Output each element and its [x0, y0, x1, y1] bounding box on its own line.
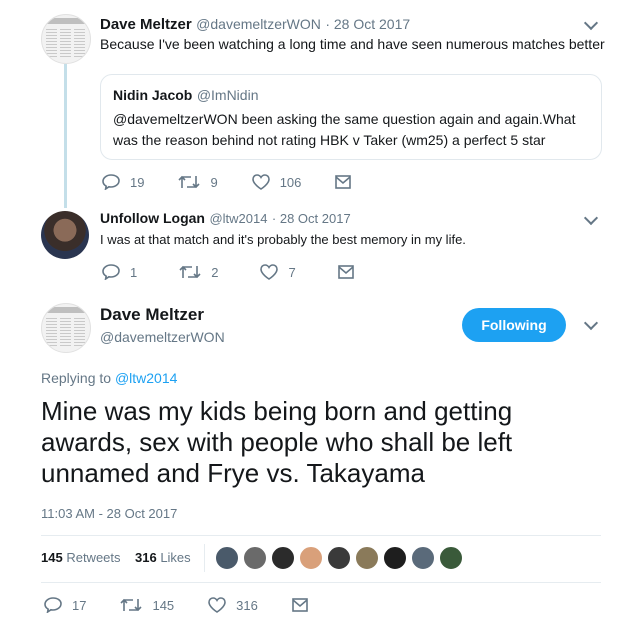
- retweet-icon: [179, 265, 201, 279]
- quoted-tweet[interactable]: Nidin Jacob @ImNidin @davemeltzerWON bee…: [100, 74, 602, 160]
- tweet-actions: 17 145 316: [44, 597, 352, 613]
- quote-text: @davemeltzerWON been asking the same que…: [113, 111, 576, 148]
- retweet-total: 145: [41, 550, 63, 565]
- liker-avatar[interactable]: [411, 546, 435, 570]
- dm-button[interactable]: [292, 598, 318, 612]
- chevron-down-icon[interactable]: [583, 210, 599, 226]
- author-handle[interactable]: @davemeltzerWON: [196, 16, 321, 32]
- heart-icon: [208, 597, 226, 613]
- tweet-date[interactable]: · 28 Oct 2017: [325, 16, 410, 32]
- author-name[interactable]: Unfollow Logan: [100, 210, 205, 226]
- likes-stat[interactable]: 316 Likes: [135, 550, 191, 565]
- heart-icon: [251, 174, 270, 190]
- reply-button[interactable]: 17: [44, 597, 86, 613]
- liker-avatar[interactable]: [243, 546, 267, 570]
- tweet-text: I was at that match and it's probably th…: [100, 232, 466, 247]
- like-count: 7: [288, 264, 296, 280]
- heart-icon: [260, 264, 279, 280]
- replying-to: Replying to @ltw2014: [41, 370, 177, 386]
- author-handle[interactable]: @ltw2014: [209, 211, 267, 226]
- dm-button[interactable]: [337, 265, 364, 279]
- tweet-header: Unfollow Logan @ltw2014 · 28 Oct 2017: [100, 210, 351, 228]
- retweet-button[interactable]: 9: [178, 174, 218, 190]
- like-total: 316: [134, 550, 157, 565]
- quote-author-name: Nidin Jacob: [113, 87, 193, 103]
- author-name[interactable]: Dave Meltzer: [100, 305, 204, 325]
- retweet-count: 145: [152, 597, 175, 613]
- replying-to-link[interactable]: @ltw2014: [115, 370, 177, 386]
- retweet-icon: [120, 598, 143, 612]
- liker-avatar[interactable]: [271, 546, 295, 570]
- replying-prefix: Replying to: [41, 370, 112, 386]
- liker-avatar[interactable]: [355, 546, 379, 570]
- liker-avatar[interactable]: [383, 546, 407, 570]
- retweet-count: 9: [210, 174, 218, 190]
- liker-avatar[interactable]: [327, 546, 351, 570]
- retweet-button[interactable]: 2: [179, 264, 218, 280]
- dm-button[interactable]: [335, 175, 361, 189]
- tweet-actions: 1 2 7: [102, 264, 398, 280]
- tweet-text: Mine was my kids being born and getting …: [41, 396, 513, 488]
- liker-avatar[interactable]: [439, 546, 463, 570]
- retweets-label: Retweets: [66, 550, 121, 565]
- thread-line: [64, 64, 67, 208]
- envelope-icon: [292, 598, 308, 612]
- liker-avatars: [215, 546, 467, 570]
- likes-label: Likes: [160, 550, 191, 565]
- like-button[interactable]: 316: [208, 597, 258, 613]
- tweet-header: Dave Meltzer @davemeltzerWON · 28 Oct 20…: [100, 16, 410, 34]
- like-button[interactable]: 7: [260, 264, 296, 280]
- like-button[interactable]: 106: [251, 174, 302, 190]
- reply-button[interactable]: 19: [102, 174, 144, 190]
- like-count: 316: [236, 597, 258, 613]
- reply-icon: [102, 264, 120, 280]
- envelope-icon: [335, 175, 352, 189]
- tweet-timestamp[interactable]: 11:03 AM - 28 Oct 2017: [41, 506, 177, 521]
- chevron-down-icon[interactable]: [583, 315, 599, 331]
- tweet-stats: 145 Retweets 316 Likes: [41, 550, 191, 565]
- divider: [41, 582, 601, 583]
- quote-author-handle: @ImNidin: [196, 87, 259, 103]
- retweet-count: 2: [211, 264, 219, 280]
- author-name[interactable]: Dave Meltzer: [100, 16, 192, 33]
- tweet-date[interactable]: · 28 Oct 2017: [272, 211, 351, 226]
- reply-count: 1: [130, 264, 138, 280]
- retweets-stat[interactable]: 145 Retweets: [41, 550, 121, 565]
- following-button[interactable]: Following: [462, 308, 566, 342]
- liker-avatar[interactable]: [215, 546, 239, 570]
- reply-count: 19: [130, 174, 145, 190]
- reply-icon: [44, 597, 62, 613]
- reply-button[interactable]: 1: [102, 264, 137, 280]
- avatar[interactable]: [41, 303, 91, 353]
- retweet-button[interactable]: 145: [120, 597, 174, 613]
- divider: [41, 535, 601, 536]
- like-count: 106: [279, 174, 302, 190]
- avatar[interactable]: [41, 14, 91, 64]
- retweet-icon: [178, 175, 201, 189]
- envelope-icon: [337, 265, 354, 279]
- reply-count: 17: [72, 597, 87, 613]
- tweet-actions: 19 9 106: [102, 174, 395, 190]
- chevron-down-icon[interactable]: [583, 15, 599, 31]
- liker-avatar[interactable]: [299, 546, 323, 570]
- reply-icon: [102, 174, 120, 190]
- avatar[interactable]: [41, 211, 89, 259]
- stats-separator: [204, 544, 205, 572]
- tweet-text: Because I've been watching a long time a…: [100, 36, 605, 52]
- author-handle[interactable]: @davemeltzerWON: [100, 329, 225, 345]
